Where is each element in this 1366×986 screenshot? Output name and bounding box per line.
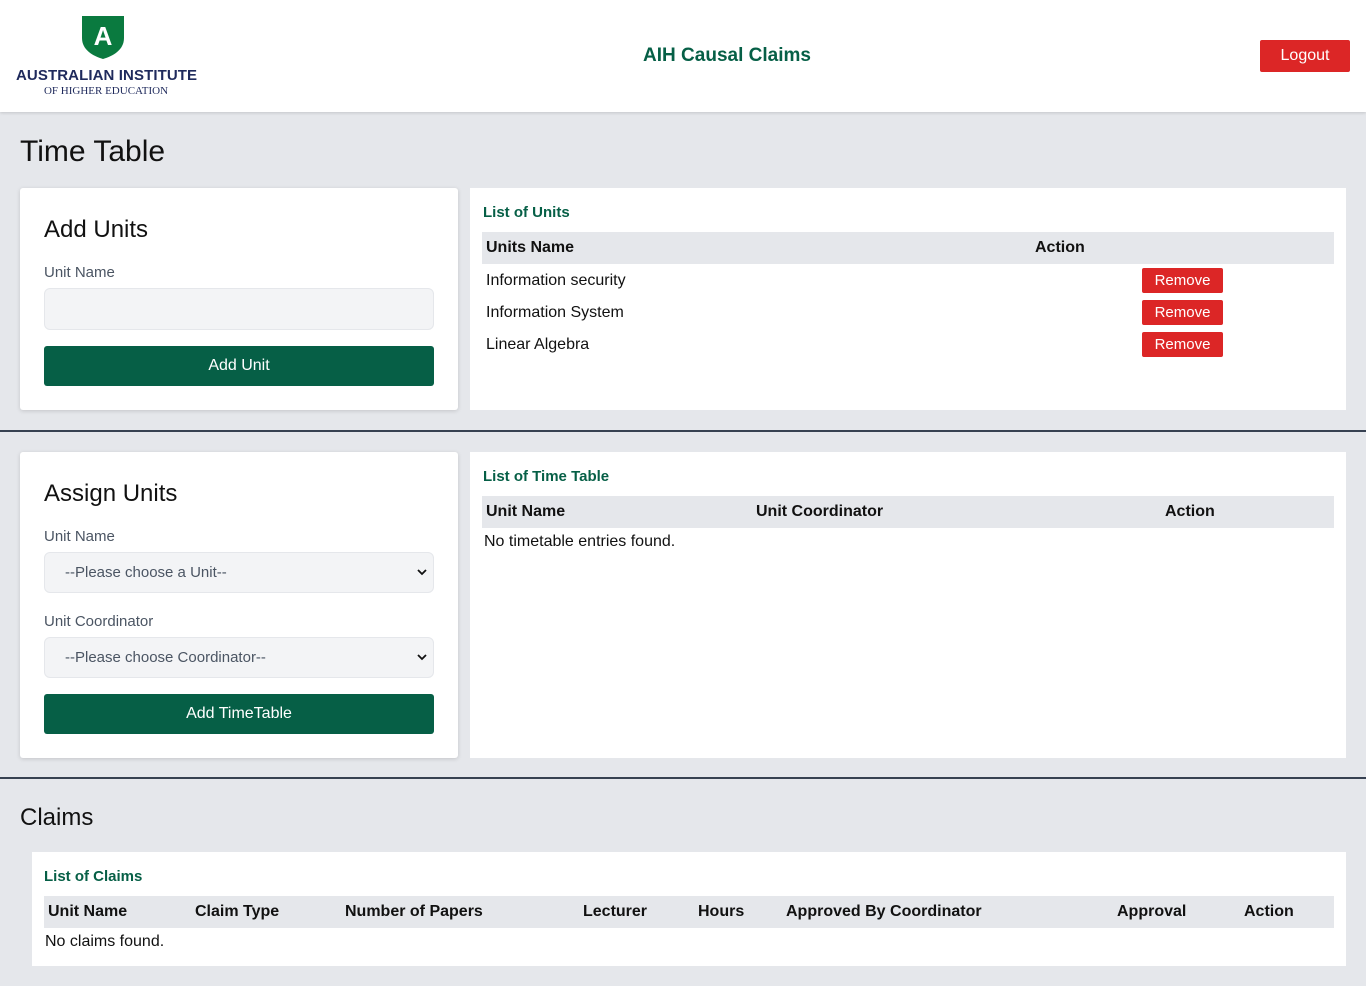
unit-name-cell: Linear Algebra: [486, 336, 590, 353]
claims-empty-message: No claims found.: [45, 933, 165, 950]
page-title: Time Table: [20, 135, 166, 168]
claims-table-header: Unit Name Claim Type Number of Papers Le…: [44, 896, 1334, 928]
column-header-approved-by-coordinator: Approved By Coordinator: [786, 903, 982, 920]
timetable-empty-message: No timetable entries found.: [484, 533, 676, 550]
column-header-approval: Approval: [1117, 903, 1187, 920]
unit-coordinator-label: Unit Coordinator: [44, 613, 154, 630]
logo-text-line1: AUSTRALIAN INSTITUTE: [16, 67, 198, 84]
claims-section-title: Claims: [20, 804, 94, 831]
unit-select-value: --Please choose a Unit--: [65, 564, 227, 581]
remove-unit-button[interactable]: Remove: [1142, 268, 1223, 293]
unit-name-cell: Information security: [486, 272, 626, 289]
remove-unit-button[interactable]: Remove: [1142, 300, 1223, 325]
timetable-list-title: List of Time Table: [483, 468, 610, 485]
column-header-action: Action: [1165, 503, 1215, 520]
column-header-unit-name: Unit Name: [48, 903, 128, 920]
unit-name-input[interactable]: [44, 288, 434, 330]
column-header-action: Action: [1035, 239, 1085, 256]
app-title: AIH Causal Claims: [643, 45, 811, 66]
section-divider: [0, 777, 1366, 779]
column-header-number-of-papers: Number of Papers: [345, 903, 483, 920]
coordinator-select[interactable]: --Please choose Coordinator--: [44, 637, 434, 678]
add-unit-button[interactable]: Add Unit: [44, 346, 434, 386]
claims-list-panel: List of Claims Unit Name Claim Type Numb…: [32, 852, 1346, 966]
remove-unit-button[interactable]: Remove: [1142, 332, 1223, 357]
timetable-table-header: Unit Name Unit Coordinator Action: [482, 496, 1334, 528]
timetable-list-panel: List of Time Table Unit Name Unit Coordi…: [470, 452, 1346, 758]
column-header-unit-name: Unit Name: [486, 503, 566, 520]
units-list-title: List of Units: [483, 204, 570, 221]
column-header-lecturer: Lecturer: [583, 903, 648, 920]
assign-units-card: Assign Units Unit Name --Please choose a…: [20, 452, 458, 758]
column-header-hours: Hours: [698, 903, 745, 920]
units-table-header: Units Name Action: [482, 232, 1334, 264]
assign-units-title: Assign Units: [44, 480, 178, 507]
coordinator-select-value: --Please choose Coordinator--: [65, 649, 266, 666]
claims-list-title: List of Claims: [44, 868, 143, 885]
unit-select[interactable]: --Please choose a Unit--: [44, 552, 434, 593]
app-header: A AUSTRALIAN INSTITUTE OF HIGHER EDUCATI…: [0, 0, 1366, 112]
unit-name-label: Unit Name: [44, 528, 115, 545]
column-header-unit-coordinator: Unit Coordinator: [756, 503, 884, 520]
column-header-claim-type: Claim Type: [195, 903, 280, 920]
logo-text-line2: OF HIGHER EDUCATION: [43, 85, 169, 97]
section-divider: [0, 430, 1366, 432]
column-header-units-name: Units Name: [486, 239, 575, 256]
add-units-title: Add Units: [44, 216, 149, 243]
chevron-down-icon: [417, 654, 427, 661]
unit-name-label: Unit Name: [44, 264, 115, 281]
add-units-card: Add Units Unit Name Add Unit: [20, 188, 458, 410]
unit-name-cell: Information System: [486, 304, 624, 321]
chevron-down-icon: [417, 569, 427, 576]
column-header-action: Action: [1244, 903, 1294, 920]
units-list-panel: List of Units Units Name Action Informat…: [470, 188, 1346, 410]
add-timetable-button[interactable]: Add TimeTable: [44, 694, 434, 734]
logout-button[interactable]: Logout: [1260, 40, 1350, 72]
